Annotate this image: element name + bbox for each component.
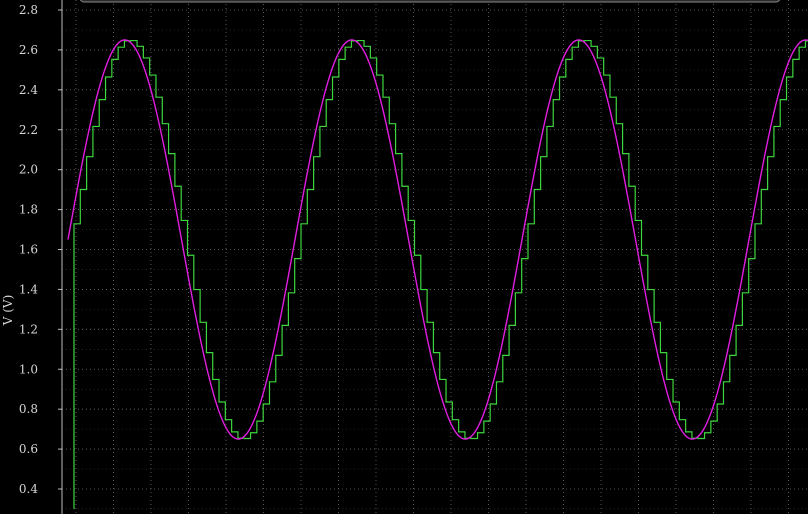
- y-axis-title: V (V): [1, 295, 15, 327]
- scope-plot: 2.82.62.42.22.01.81.61.41.21.00.80.60.4 …: [0, 0, 808, 514]
- y-tick-label: 0.8: [19, 402, 38, 416]
- y-tick-label: 2.0: [19, 163, 38, 177]
- y-tick-label: 2.8: [19, 3, 38, 17]
- y-tick-label: 1.8: [19, 203, 38, 217]
- y-tick-label: 0.6: [19, 442, 38, 456]
- y-tick-label: 1.0: [19, 362, 38, 376]
- y-tick-label: 2.2: [19, 123, 38, 137]
- y-tick-label: 1.6: [19, 243, 38, 257]
- y-tick-label: 1.4: [19, 282, 38, 296]
- y-tick-label: 2.4: [19, 83, 38, 97]
- y-tick-label: 1.2: [19, 322, 38, 336]
- y-tick-label: 2.6: [19, 43, 38, 57]
- y-tick-label: 0.4: [19, 482, 38, 496]
- top-toolbar-strip: [79, 0, 781, 3]
